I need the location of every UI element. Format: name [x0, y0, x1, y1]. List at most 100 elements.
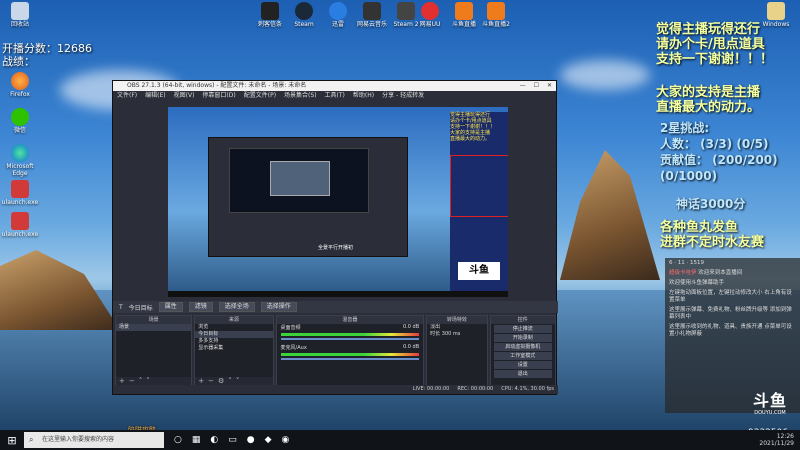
- uu-icon: [421, 2, 439, 20]
- motivation-message: 大家的支持是主播 直播最大的动力。: [656, 85, 761, 115]
- obs-icon[interactable]: ◉: [282, 435, 290, 445]
- source-toolbar: T 今日目标 属性 滤镜 选择全场 选择操作: [113, 301, 558, 313]
- app-icon: [11, 212, 29, 230]
- desktop-icon-uu[interactable]: 网易UU: [412, 2, 448, 29]
- properties-button[interactable]: 属性: [158, 302, 183, 312]
- steam-icon: [295, 2, 313, 20]
- volume-slider[interactable]: [280, 358, 420, 360]
- mixer-channel: 桌面音频 0.0 dB: [280, 324, 420, 331]
- firefox-icon: [11, 72, 29, 90]
- select-all-button[interactable]: 选择全场: [218, 302, 255, 312]
- chat-stats: 6 · 11 · 1519: [669, 260, 704, 266]
- close-icon[interactable]: ✕: [547, 81, 552, 91]
- studio-mode-button[interactable]: 工作室模式: [493, 352, 552, 360]
- rock-formation-right: [560, 150, 660, 280]
- edge-icon: [11, 144, 29, 162]
- chat-message: 超级卡哇伊 欢迎来到本直播间: [669, 270, 743, 276]
- nested-overlay-text: 觉得主播玩得还行 请办个卡/甩点道具 支持一下谢谢！！！ 大家的支持是主播 直播…: [450, 112, 496, 142]
- menu-docks[interactable]: 停靠窗口(D): [202, 91, 235, 100]
- mixer-channel: 麦克风/Aux 0.0 dB: [280, 344, 420, 351]
- desktop-icon-music[interactable]: 网易云音乐: [354, 2, 390, 29]
- desktop-icon-douyu[interactable]: 斗鱼直播: [446, 2, 482, 29]
- filters-button[interactable]: 滤镜: [188, 302, 213, 312]
- recycle-bin-icon: [11, 2, 29, 20]
- select-target-button[interactable]: 选择操作: [260, 302, 297, 312]
- douyu-icon: [455, 2, 473, 20]
- desktop-icon-steam[interactable]: Steam: [286, 2, 322, 29]
- menu-edit[interactable]: 编辑(E): [145, 91, 165, 100]
- nested-obs-window: [208, 137, 408, 257]
- desktop-icon-recycle-bin[interactable]: 回收站: [2, 2, 38, 29]
- game-icon[interactable]: ◆: [265, 435, 272, 445]
- menu-tools[interactable]: 工具(T): [325, 91, 345, 100]
- maximize-icon[interactable]: ☐: [534, 81, 539, 91]
- menu-view[interactable]: 视图(V): [174, 91, 195, 100]
- menu-profile[interactable]: 配置文件(P): [244, 91, 276, 100]
- challenge-stats: 2星挑战: 人数： (3/3) (0/5) 贡献值： (200/200) (0/…: [660, 121, 778, 183]
- desktop-icon-douyu-2[interactable]: 斗鱼直播2: [478, 2, 514, 29]
- support-message: 觉得主播玩得还行 请办个卡/甩点道具 支持一下谢谢！！！: [656, 22, 774, 67]
- clock-date: 2021/11/29: [759, 440, 794, 447]
- source-item[interactable]: 今日目标: [195, 331, 273, 338]
- taskbar-apps: ○ ▦ ◐ ▭ ● ◆ ◉: [174, 435, 289, 445]
- chat-message: 这里展示弹幕、免费礼物、粉丝牌升级等 添加到弹幕列表中: [669, 307, 792, 320]
- controls-dock: 控件 停止推流 开始录制 启动虚拟摄像机 工作室模式 设置 退出: [489, 315, 556, 387]
- obs-preview-canvas[interactable]: 觉得主播玩得还行 请办个卡/甩点道具 支持一下谢谢！！！ 大家的支持是主播 直播…: [168, 107, 508, 297]
- audio-mixer-dock: 混音器 桌面音频 0.0 dB 麦克风/Aux 0.0 dB: [275, 315, 425, 387]
- desktop-icon-thunder[interactable]: 迅雷: [320, 2, 356, 29]
- app-icon: [11, 180, 29, 198]
- game-icon: [261, 2, 279, 20]
- desktop-icon-wechat[interactable]: 微信: [2, 108, 38, 135]
- minimize-icon[interactable]: —: [520, 81, 526, 91]
- transition-select[interactable]: 淡出: [427, 324, 486, 331]
- obs-window[interactable]: OBS 27.1.3 (64-bit, windows) - 配置文件: 未命名…: [112, 80, 558, 395]
- windows-start-icon[interactable]: ⊞: [0, 430, 24, 450]
- scene-item[interactable]: 场景: [116, 324, 192, 331]
- selected-source-bounds[interactable]: [450, 155, 508, 217]
- nested-douyu-logo: 斗鱼: [458, 262, 500, 280]
- menu-help[interactable]: 帮助(H): [353, 91, 374, 100]
- battle-record: 战绩：: [2, 55, 35, 68]
- clock-time: 12:26: [776, 433, 794, 440]
- menu-file[interactable]: 文件(F): [117, 91, 137, 100]
- source-item[interactable]: 浏览: [195, 324, 272, 331]
- source-name-label: 今日目标: [128, 304, 153, 312]
- source-item[interactable]: 多多支持: [195, 338, 272, 345]
- volume-slider[interactable]: [280, 338, 420, 340]
- obs-menu-bar: 文件(F) 编辑(E) 视图(V) 停靠窗口(D) 配置文件(P) 场景集合(S…: [113, 91, 556, 100]
- start-recording-button[interactable]: 开始录制: [493, 334, 552, 342]
- virtual-camera-button[interactable]: 启动虚拟摄像机: [493, 343, 552, 351]
- task-view-icon[interactable]: ○: [174, 435, 182, 445]
- menu-scene-collection[interactable]: 场景集合(S): [284, 91, 317, 100]
- explorer-icon[interactable]: ▦: [192, 435, 201, 445]
- taskbar-search-input[interactable]: ⌕ 在这里输入你要搜索的内容: [24, 432, 164, 448]
- douyu-logo: 斗鱼 DOUYU.COM: [752, 391, 787, 417]
- desktop-icon-ulaunch[interactable]: ulaunch.exe: [2, 180, 38, 207]
- desktop-icon-firefox[interactable]: Firefox: [2, 72, 38, 99]
- audio-meter: [280, 333, 420, 336]
- folder-icon[interactable]: ▭: [228, 435, 237, 445]
- desktop-icon-ulaunch-2[interactable]: ulaunch.exe: [2, 212, 38, 239]
- exit-button[interactable]: 退出: [493, 370, 552, 378]
- settings-button[interactable]: 设置: [493, 361, 552, 369]
- desktop-icon-game[interactable]: 刺客信条: [252, 2, 288, 29]
- desktop-icon-edge[interactable]: Microsoft Edge: [2, 144, 38, 177]
- stop-streaming-button[interactable]: 停止推流: [493, 325, 552, 333]
- taskbar: ⊞ ⌕ 在这里输入你要搜索的内容 ○ ▦ ◐ ▭ ● ◆ ◉ 12:26 202…: [0, 430, 800, 450]
- chat-message: 左键拖动面板位置，左键拉动修改大小 右上角有设置菜单: [669, 290, 792, 303]
- system-tray[interactable]: 12:26 2021/11/29: [759, 433, 800, 447]
- menu-share[interactable]: 分享 - 轻成转发: [382, 91, 424, 100]
- edge-icon[interactable]: ◐: [210, 435, 218, 445]
- uu-icon[interactable]: ●: [247, 435, 255, 445]
- obs-title-bar[interactable]: OBS 27.1.3 (64-bit, windows) - 配置文件: 未命名…: [113, 81, 556, 91]
- source-item[interactable]: 显示器采集: [195, 345, 272, 352]
- danmaku-chat-panel[interactable]: 6 · 11 · 1519 超级卡哇伊 欢迎来到本直播间 欢迎使用斗鱼弹幕助手 …: [665, 258, 800, 413]
- chat-message: 这里展示收到的礼物、道具、贵族开通 点菜单可设置小礼物屏蔽: [669, 324, 792, 337]
- duration-input[interactable]: 300 ms: [442, 331, 461, 337]
- wechat-icon: [11, 108, 29, 126]
- search-icon: ⌕: [29, 435, 34, 444]
- cloud: [560, 60, 650, 90]
- transitions-dock: 转场特效 淡出 时长 300 ms: [426, 315, 488, 387]
- sources-dock: 来源 浏览 今日目标 多多支持 显示器采集 + − ⚙ ˄ ˅: [194, 315, 274, 387]
- douyu-icon: [487, 2, 505, 20]
